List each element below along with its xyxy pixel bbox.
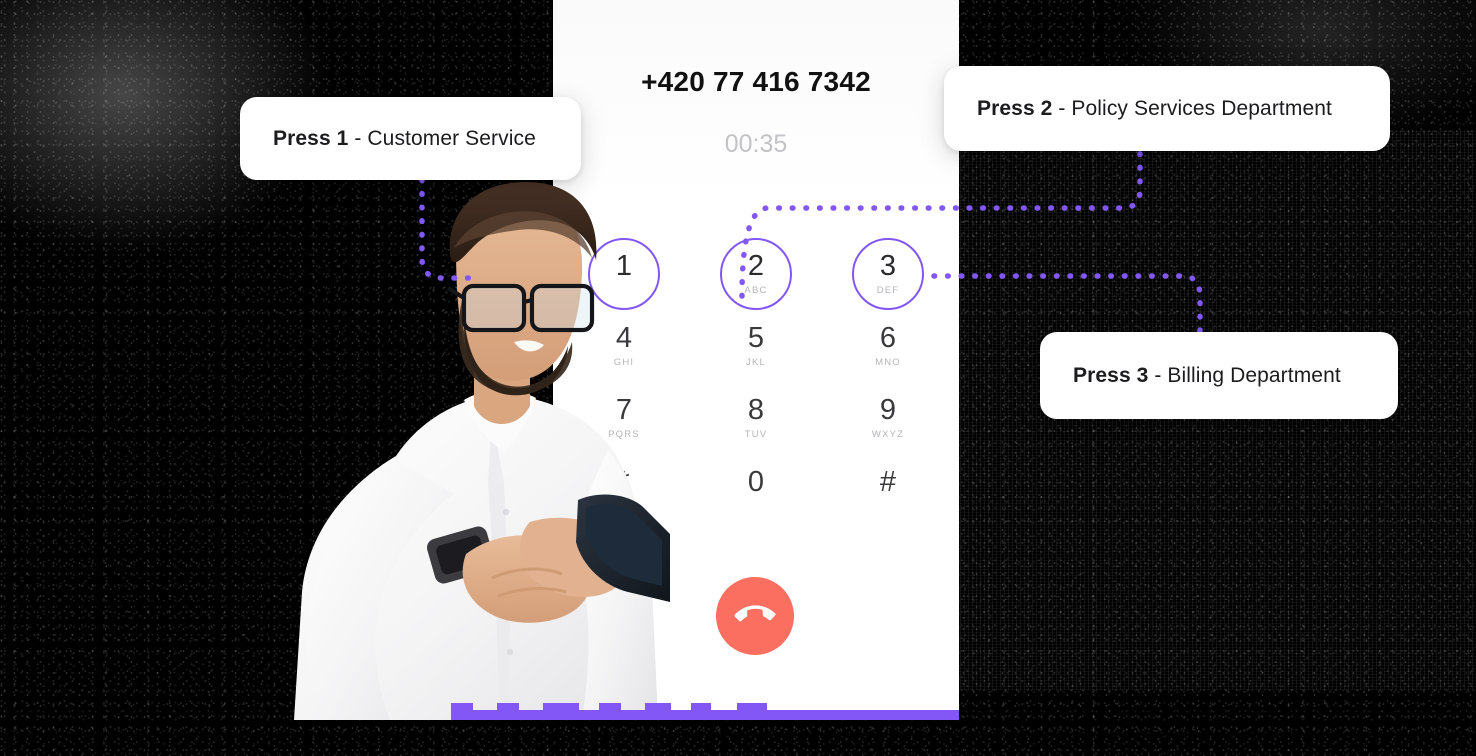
callout-press-label-3: Press 3 — [1073, 363, 1149, 387]
dialpad-key-digit: 0 — [747, 466, 765, 498]
dialpad-key-letters: DEF — [876, 285, 900, 296]
callout-department-3: Billing Department — [1167, 363, 1341, 387]
dialpad-key-hash[interactable]: # — [822, 454, 954, 526]
dialpad-key-digit: # — [879, 466, 897, 498]
callout-department-2: Policy Services Department — [1071, 96, 1332, 120]
callout-press-label-2: Press 2 — [977, 96, 1053, 120]
callout-text-1: Press 1 - Customer Service — [273, 127, 536, 151]
callout-card-press-2[interactable]: Press 2 - Policy Services Department — [944, 66, 1390, 151]
dialpad-key-letters: MNO — [875, 357, 901, 368]
person-with-phone-photo — [278, 182, 670, 720]
dialpad-key-6[interactable]: 6 MNO — [822, 310, 954, 382]
dialpad-key-inner: 8 TUV — [720, 382, 792, 454]
dialpad-key-inner: 9 WXYZ — [852, 382, 924, 454]
dialpad-key-digit: 9 — [879, 394, 897, 426]
dialpad-key-digit: 6 — [879, 322, 897, 354]
callout-separator-2: - — [1052, 96, 1072, 120]
dialpad-key-inner: 3 DEF — [852, 238, 924, 310]
dialpad-key-digit: 5 — [747, 322, 765, 354]
dialpad-key-letters: JKL — [746, 357, 766, 368]
dialpad-key-digit: 8 — [747, 394, 765, 426]
callout-department-1: Customer Service — [367, 126, 536, 150]
dialpad-key-inner: 5 JKL — [720, 310, 792, 382]
dialpad-key-2[interactable]: 2 ABC — [690, 238, 822, 310]
bottom-dash-segments — [451, 703, 959, 720]
call-timer: 00:35 — [724, 130, 788, 158]
dialpad-key-letters: ABC — [744, 285, 768, 296]
callout-separator-3: - — [1148, 363, 1168, 387]
end-call-button[interactable] — [716, 577, 794, 655]
dialpad-key-letters: WXYZ — [871, 429, 905, 440]
dialpad-key-9[interactable]: 9 WXYZ — [822, 382, 954, 454]
callout-text-2: Press 2 - Policy Services Department — [977, 97, 1332, 121]
dialpad-key-8[interactable]: 8 TUV — [690, 382, 822, 454]
dialpad-key-digit: 2 — [747, 250, 765, 282]
dialpad-key-5[interactable]: 5 JKL — [690, 310, 822, 382]
phone-number: +420 77 416 7342 — [641, 66, 871, 97]
dialpad-key-letters: TUV — [744, 429, 768, 440]
dialpad-key-inner: 0 — [720, 454, 792, 526]
dialpad-key-0[interactable]: 0 — [690, 454, 822, 526]
callout-card-press-3[interactable]: Press 3 - Billing Department — [1040, 332, 1398, 419]
dialpad-key-inner: 6 MNO — [852, 310, 924, 382]
callout-separator-1: - — [348, 126, 368, 150]
dialpad-key-3[interactable]: 3 DEF — [822, 238, 954, 310]
dialpad-key-inner: # — [852, 454, 924, 526]
callout-card-press-1[interactable]: Press 1 - Customer Service — [240, 97, 581, 180]
callout-text-3: Press 3 - Billing Department — [1073, 364, 1341, 388]
callout-press-label-1: Press 1 — [273, 126, 349, 150]
dialpad-key-digit: 3 — [879, 250, 897, 282]
phone-hangup-icon — [734, 595, 776, 638]
dialpad-key-inner: 2 ABC — [720, 238, 792, 310]
